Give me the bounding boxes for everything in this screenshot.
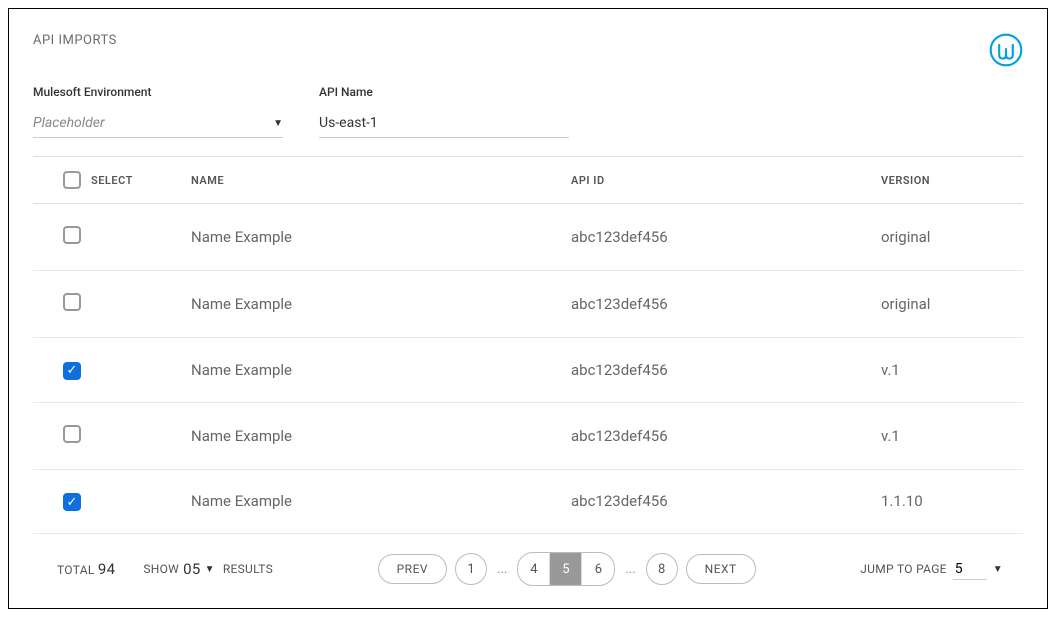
env-label: Mulesoft Environment	[33, 85, 283, 99]
prev-button[interactable]: PREV	[378, 554, 447, 584]
cell-apiid: abc123def456	[563, 402, 873, 469]
header: API IMPORTS	[33, 33, 1023, 67]
table-header-row: SELECT NAME API ID VERSION	[33, 157, 1023, 204]
ellipsis-icon: ...	[495, 562, 509, 577]
row-checkbox[interactable]	[63, 293, 81, 311]
check-icon: ✓	[67, 496, 78, 509]
jump-to-page: JUMP TO PAGE ▼	[860, 559, 1003, 580]
total-group: TOTAL 94	[57, 560, 115, 578]
caret-down-icon: ▼	[205, 564, 215, 575]
cell-name: Name Example	[183, 469, 563, 534]
pagination: PREV 1 ... 456 ... 8 NEXT	[378, 552, 756, 586]
cell-apiid: abc123def456	[563, 204, 873, 271]
next-button[interactable]: NEXT	[686, 554, 756, 584]
env-dropdown[interactable]: Placeholder ▼	[33, 109, 283, 138]
caret-down-icon: ▼	[273, 118, 283, 129]
row-checkbox[interactable]	[63, 425, 81, 443]
col-header-name: NAME	[183, 157, 563, 204]
page-1-button[interactable]: 1	[455, 553, 487, 585]
env-placeholder: Placeholder	[33, 115, 105, 131]
cell-version: v.1	[873, 402, 1023, 469]
row-checkbox[interactable]: ✓	[63, 362, 81, 380]
page-size-selector[interactable]: SHOW 05 ▼ RESULTS	[143, 560, 273, 578]
select-all-checkbox[interactable]	[63, 171, 81, 189]
cell-version: 1.1.10	[873, 469, 1023, 534]
footer: TOTAL 94 SHOW 05 ▼ RESULTS PREV 1 ... 45…	[33, 552, 1023, 586]
row-checkbox[interactable]	[63, 226, 81, 244]
api-name-filter: API Name	[319, 85, 569, 138]
table-row: ✓ Name Exampleabc123def4561.1.10	[33, 469, 1023, 534]
total-label: TOTAL	[57, 563, 95, 577]
col-header-select: SELECT	[91, 174, 133, 187]
jump-label: JUMP TO PAGE	[860, 562, 947, 576]
cell-apiid: abc123def456	[563, 338, 873, 403]
table-row: Name Exampleabc123def456original	[33, 271, 1023, 338]
page-title: API IMPORTS	[33, 33, 117, 48]
caret-down-icon: ▼	[993, 564, 1003, 575]
show-label: SHOW	[143, 562, 179, 576]
cell-name: Name Example	[183, 402, 563, 469]
cell-version: v.1	[873, 338, 1023, 403]
row-checkbox[interactable]: ✓	[63, 493, 81, 511]
filters-row: Mulesoft Environment Placeholder ▼ API N…	[33, 85, 1023, 138]
page-5-button[interactable]: 5	[550, 553, 582, 585]
page-group: 456	[517, 552, 615, 586]
page-6-button[interactable]: 6	[582, 553, 614, 585]
page-4-button[interactable]: 4	[518, 553, 550, 585]
footer-left: TOTAL 94 SHOW 05 ▼ RESULTS	[57, 560, 273, 578]
cell-version: original	[873, 271, 1023, 338]
ellipsis-icon: ...	[623, 562, 637, 577]
cell-name: Name Example	[183, 271, 563, 338]
cell-apiid: abc123def456	[563, 271, 873, 338]
table-row: Name Exampleabc123def456v.1	[33, 402, 1023, 469]
env-filter: Mulesoft Environment Placeholder ▼	[33, 85, 283, 138]
results-label: RESULTS	[223, 562, 273, 576]
table-row: ✓ Name Exampleabc123def456v.1	[33, 338, 1023, 403]
col-header-apiid: API ID	[563, 157, 873, 204]
imports-table: SELECT NAME API ID VERSION Name Examplea…	[33, 156, 1023, 534]
page-last-button[interactable]: 8	[646, 553, 678, 585]
table-row: Name Exampleabc123def456original	[33, 204, 1023, 271]
cell-name: Name Example	[183, 338, 563, 403]
api-name-input[interactable]	[319, 109, 569, 138]
mulesoft-logo-icon	[989, 33, 1023, 67]
cell-name: Name Example	[183, 204, 563, 271]
api-name-label: API Name	[319, 85, 569, 99]
show-value: 05	[183, 560, 200, 578]
jump-input[interactable]	[953, 559, 987, 580]
cell-apiid: abc123def456	[563, 469, 873, 534]
app-frame: API IMPORTS Mulesoft Environment Placeho…	[8, 8, 1048, 609]
cell-version: original	[873, 204, 1023, 271]
col-header-version: VERSION	[873, 157, 1023, 204]
total-value: 94	[98, 560, 115, 578]
check-icon: ✓	[67, 364, 78, 377]
